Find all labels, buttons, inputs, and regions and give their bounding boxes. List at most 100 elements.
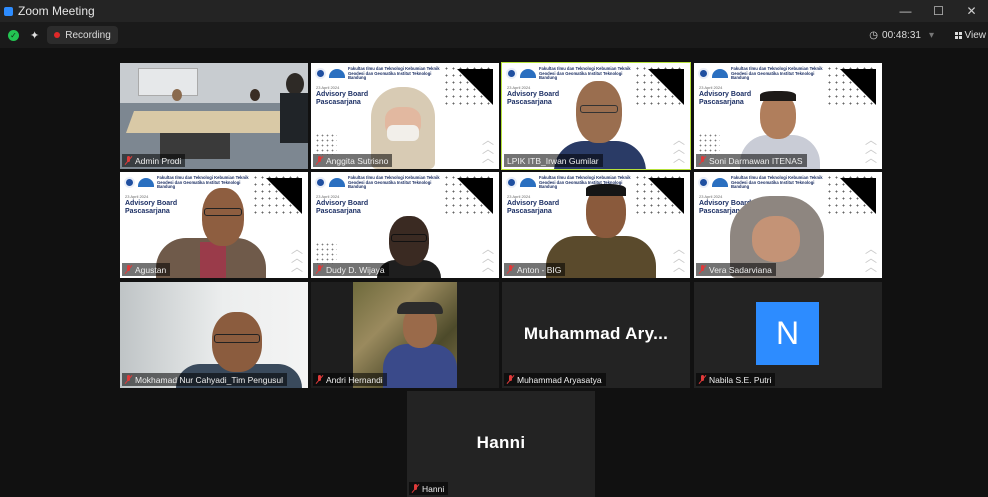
triangle-decoration bbox=[840, 178, 876, 214]
slide-date: 23 April 2024 bbox=[699, 85, 723, 90]
recording-indicator[interactable]: Recording bbox=[47, 26, 118, 44]
participant-display-name: Muhammad Ary... bbox=[523, 324, 669, 343]
maximize-button[interactable]: ☐ bbox=[922, 0, 955, 22]
participant-nameplate: Mokhamad Nur Cahyadi_Tim Pengusul bbox=[122, 373, 288, 386]
participant-tile[interactable]: Fakultas Ilmu dan Teknologi Kebumian Tek… bbox=[311, 172, 499, 278]
university-logo-icon bbox=[506, 68, 517, 80]
chevron-decoration-icon: ︿ ︿ ︿ bbox=[672, 133, 685, 165]
participant-tile[interactable]: Fakultas Ilmu dan Teknologi Kebumian Tek… bbox=[311, 63, 499, 169]
glasses bbox=[391, 234, 427, 242]
muted-mic-icon bbox=[125, 375, 132, 384]
slide-date: 23 April 2024 bbox=[125, 194, 149, 199]
slide-title: Advisory Board Pascasarjana bbox=[699, 91, 752, 106]
chevron-decoration-icon: ︿ ︿ ︿ bbox=[864, 242, 877, 274]
muted-mic-icon bbox=[699, 265, 706, 274]
participant-nameplate: Dudy D. Wijaya bbox=[313, 263, 389, 276]
face bbox=[202, 188, 244, 246]
slide-title: Advisory Board Pascasarjana bbox=[316, 91, 369, 106]
person-head bbox=[286, 73, 304, 95]
university-logo-icon bbox=[698, 68, 709, 80]
room-window bbox=[138, 68, 198, 96]
muted-mic-icon bbox=[699, 156, 706, 165]
participant-nameplate: Admin Prodi bbox=[122, 154, 186, 167]
chevron-decoration-icon: ︿ ︿ ︿ bbox=[481, 133, 494, 165]
muted-mic-icon bbox=[316, 156, 323, 165]
slide-title: Advisory Board Pascasarjana bbox=[316, 200, 369, 215]
participant-tile[interactable]: Muhammad Ary... Muhammad Aryasatya bbox=[502, 282, 690, 388]
slide-header-text: Fakultas Ilmu dan Teknologi Kebumian Tek… bbox=[731, 66, 823, 81]
participant-name: Andri Hernandi bbox=[326, 374, 383, 385]
triangle-decoration bbox=[457, 178, 493, 214]
participant-tile[interactable]: Fakultas Ilmu dan Teknologi Kebumian Tek… bbox=[694, 63, 882, 169]
slide-header: Fakultas Ilmu dan Teknologi Kebumian Tek… bbox=[698, 66, 827, 81]
slide-date: 23 April 2024 bbox=[507, 85, 531, 90]
slide-title: Advisory Board Pascasarjana bbox=[507, 200, 560, 215]
meeting-toolbar: ✓ ✦ Recording ◷ 00:48:31 ▾ View bbox=[0, 22, 988, 48]
dots-decoration bbox=[315, 133, 337, 155]
face bbox=[752, 216, 800, 262]
participant-tile[interactable]: Fakultas Ilmu dan Teknologi Kebumian Tek… bbox=[694, 172, 882, 278]
muted-mic-icon bbox=[507, 265, 514, 274]
clock-icon: ◷ bbox=[869, 29, 879, 41]
participant-tile[interactable]: Admin Prodi bbox=[120, 63, 308, 169]
slide-date: 23 April 2024 bbox=[316, 85, 340, 90]
participant-nameplate: Andri Hernandi bbox=[313, 373, 387, 386]
participant-tile[interactable]: Hanni Hanni bbox=[407, 391, 595, 497]
participant-nameplate: Vera Sadarviana bbox=[696, 263, 776, 276]
muted-mic-icon bbox=[412, 484, 419, 493]
meeting-table bbox=[125, 111, 305, 133]
participant-tile[interactable]: Fakultas Ilmu dan Teknologi Kebumian Tek… bbox=[502, 172, 690, 278]
participant-nameplate: Nabila S.E. Putri bbox=[696, 373, 776, 386]
slide-header: Fakultas Ilmu dan Teknologi Kebumian Tek… bbox=[506, 66, 635, 81]
participant-name: Vera Sadarviana bbox=[709, 264, 772, 275]
face-mask bbox=[387, 125, 419, 141]
participant-name: Anton - BIG bbox=[517, 264, 562, 275]
participant-nameplate: Hanni bbox=[409, 482, 449, 495]
asiin-logo-icon bbox=[712, 69, 728, 79]
zoom-logo-icon bbox=[4, 6, 13, 16]
video-gallery: Admin Prodi Fakultas Ilmu dan Teknologi … bbox=[0, 48, 988, 497]
security-shield-icon[interactable]: ✓ bbox=[8, 29, 19, 41]
timer-chevron-icon: ▾ bbox=[928, 29, 934, 41]
participant-tile[interactable]: N Nabila S.E. Putri bbox=[694, 282, 882, 388]
glasses bbox=[204, 208, 242, 216]
participant-name: Agustan bbox=[135, 264, 167, 275]
view-button[interactable]: View bbox=[954, 26, 988, 44]
participant-name: Admin Prodi bbox=[135, 155, 182, 166]
participant-nameplate: LPIK ITB_Irwan Gumilar bbox=[504, 154, 603, 167]
chevron-decoration-icon: ︿ ︿ ︿ bbox=[481, 242, 494, 274]
asiin-logo-icon bbox=[520, 178, 536, 188]
hair bbox=[586, 184, 626, 196]
university-logo-icon bbox=[506, 177, 517, 189]
participant-tile[interactable]: Fakultas Ilmu dan Teknologi Kebumian Tek… bbox=[120, 172, 308, 278]
person-head bbox=[172, 89, 182, 101]
window-controls: — ☐ ✕ bbox=[889, 0, 988, 22]
minimize-button[interactable]: — bbox=[889, 0, 922, 22]
dots-decoration bbox=[698, 133, 720, 155]
participant-tile[interactable]: Mokhamad Nur Cahyadi_Tim Pengusul bbox=[120, 282, 308, 388]
participant-name: Mokhamad Nur Cahyadi_Tim Pengusul bbox=[135, 374, 284, 385]
university-logo-icon bbox=[315, 68, 326, 80]
meeting-timer[interactable]: ◷ 00:48:31 ▾ bbox=[863, 26, 940, 44]
recording-label: Recording bbox=[65, 29, 111, 41]
slide-title: Advisory Board Pascasarjana bbox=[125, 200, 178, 215]
close-button[interactable]: ✕ bbox=[955, 0, 988, 22]
person-body bbox=[280, 93, 308, 143]
recording-dot-icon bbox=[54, 32, 61, 38]
slide-date: 23 April 2024 bbox=[316, 194, 340, 199]
muted-mic-icon bbox=[316, 265, 323, 274]
slide-header: Fakultas Ilmu dan Teknologi Kebumian Tek… bbox=[315, 66, 444, 81]
triangle-decoration bbox=[648, 178, 684, 214]
participant-tile-active-speaker[interactable]: Fakultas Ilmu dan Teknologi Kebumian Tek… bbox=[501, 62, 691, 170]
shirt bbox=[200, 242, 226, 278]
slide-date: 23 April 2024 bbox=[507, 194, 531, 199]
participant-tile[interactable]: Andri Hernandi bbox=[311, 282, 499, 388]
slide-header: Fakultas Ilmu dan Teknologi Kebumian Tek… bbox=[698, 175, 827, 190]
asiin-logo-icon bbox=[329, 178, 345, 188]
slide-header-text: Fakultas Ilmu dan Teknologi Kebumian Tek… bbox=[157, 175, 249, 190]
participant-nameplate: Anggita Sutrisno bbox=[313, 154, 393, 167]
muted-mic-icon bbox=[316, 375, 323, 384]
avatar-letter: N bbox=[775, 315, 800, 351]
triangle-decoration bbox=[648, 69, 684, 105]
ai-companion-icon[interactable]: ✦ bbox=[30, 29, 39, 42]
